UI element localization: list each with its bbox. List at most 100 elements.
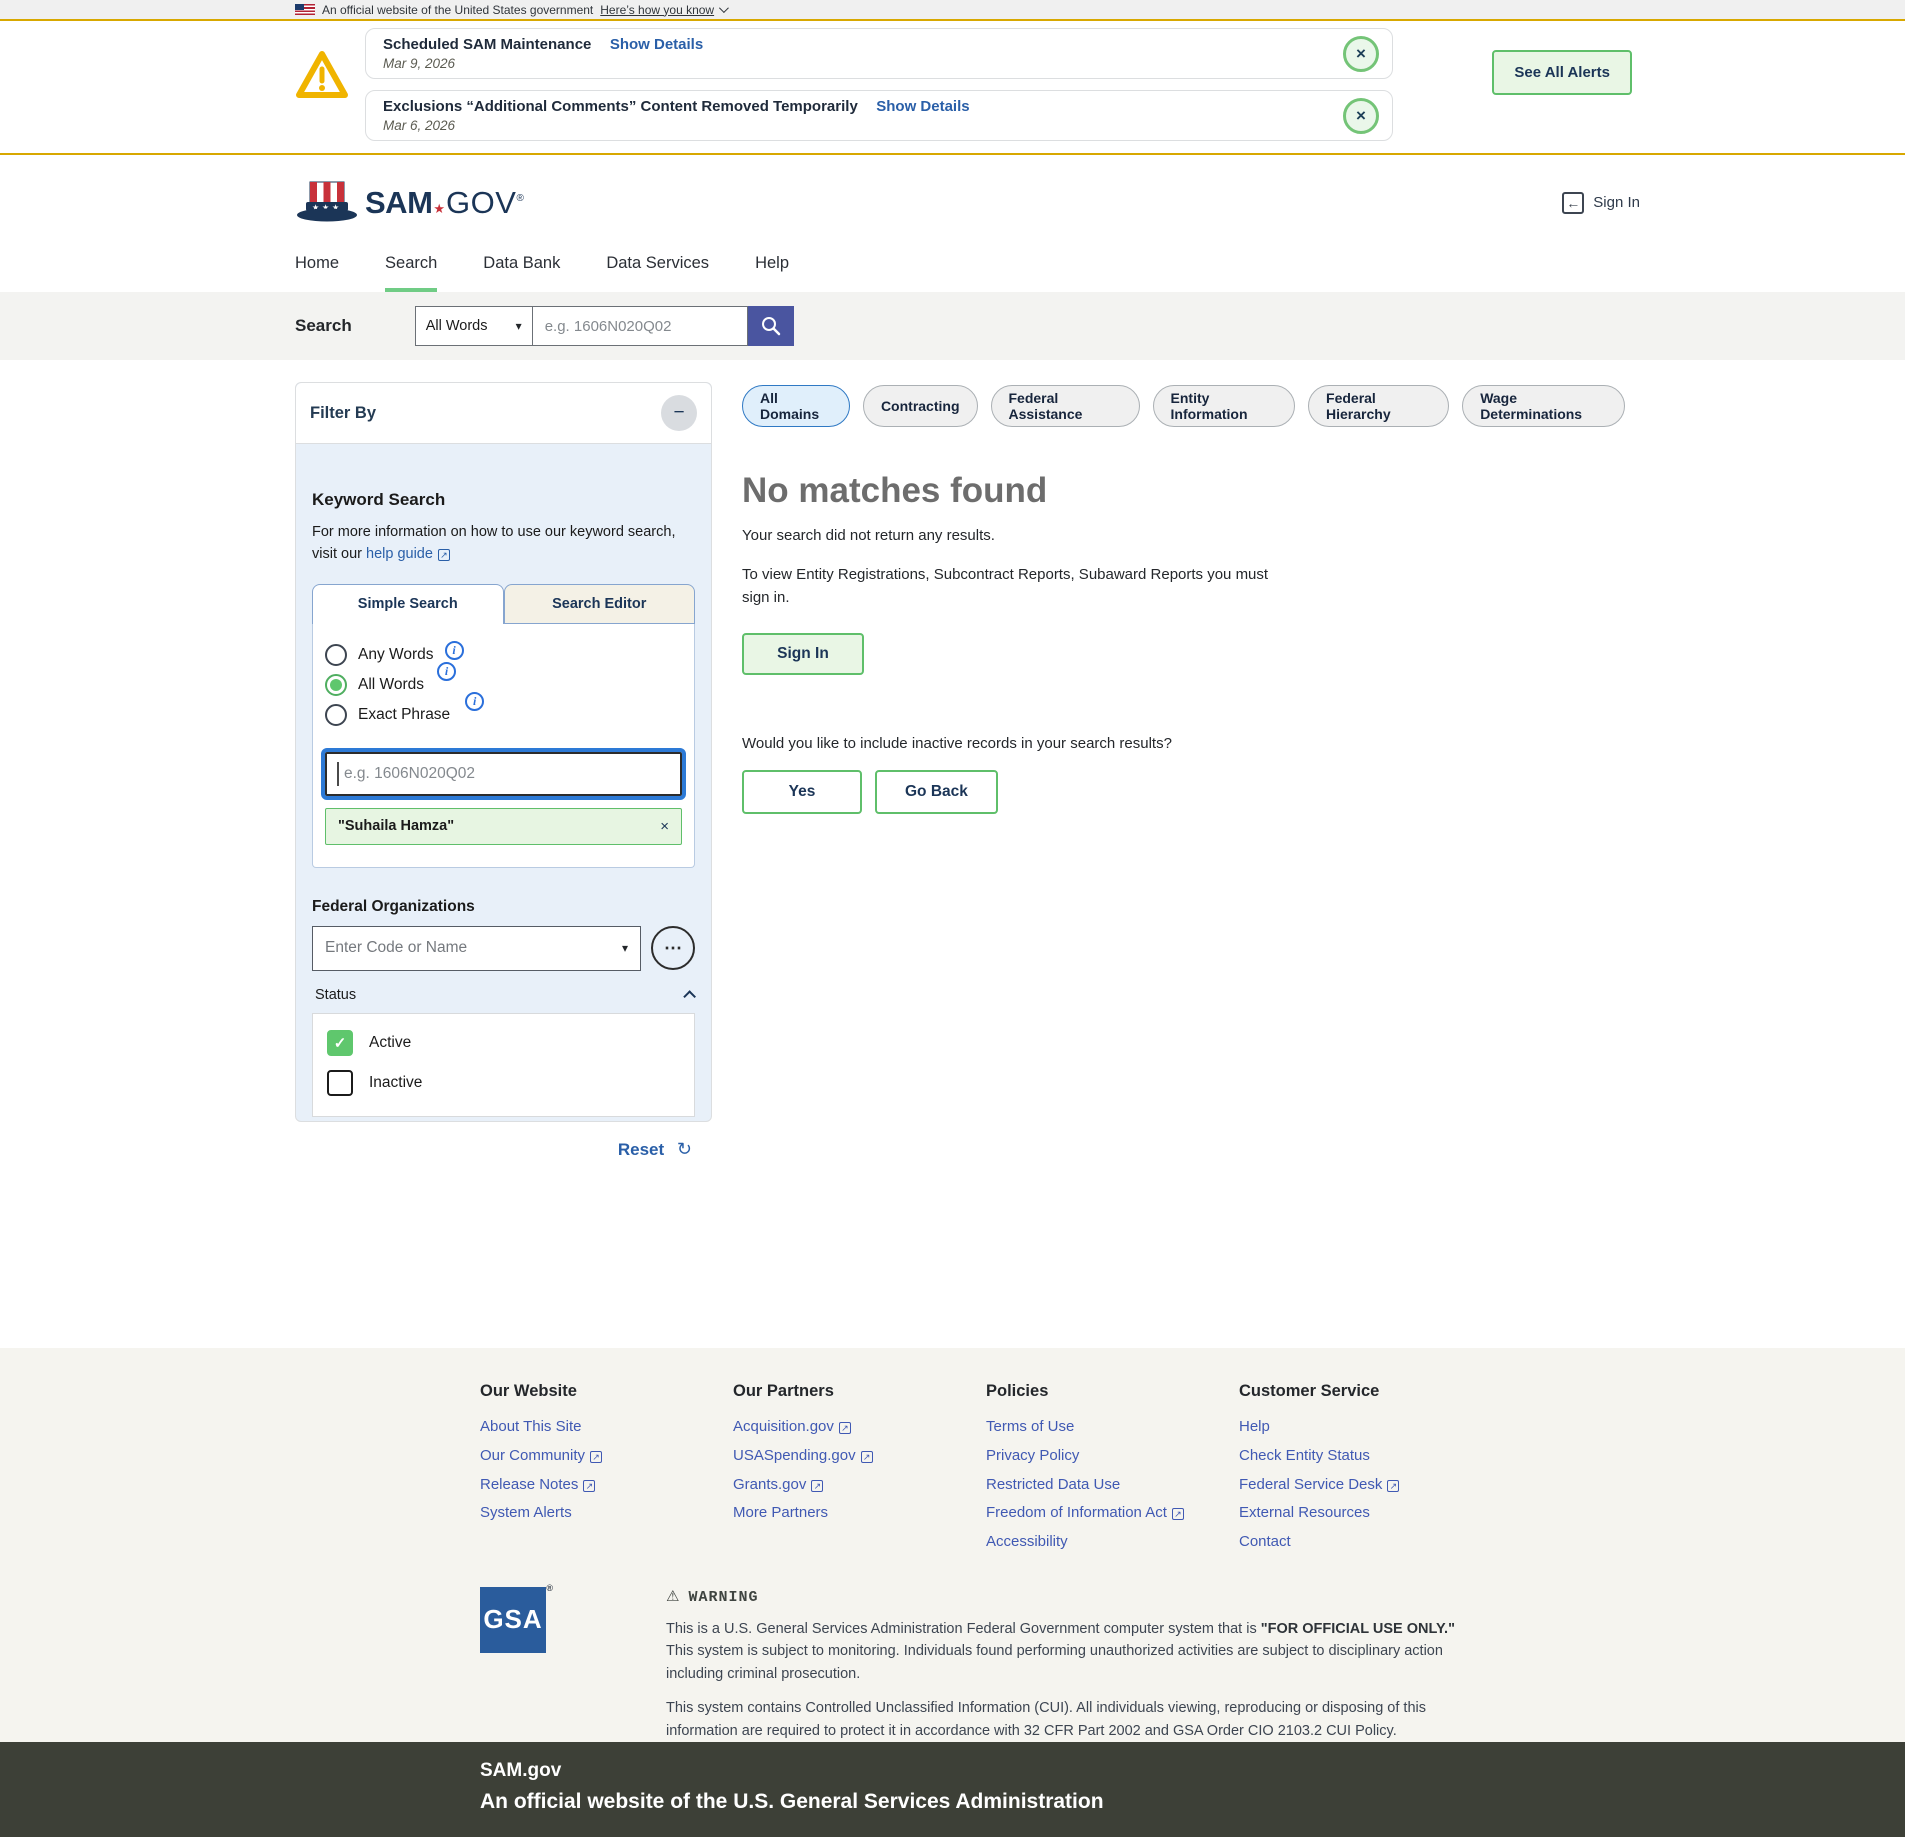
nav-item[interactable]: Home <box>295 250 339 292</box>
gsa-trademark: ® <box>546 1583 554 1593</box>
footer-link-label: Help <box>1239 1418 1270 1435</box>
reset-icon: ↻ <box>677 1139 692 1159</box>
nav-item[interactable]: Search <box>385 250 437 292</box>
global-search-input[interactable] <box>533 306 748 346</box>
info-icon[interactable]: i <box>437 662 456 681</box>
search-mode-select[interactable]: All Words ▾ <box>415 306 533 346</box>
identity-footer: SAM.gov An official website of the U.S. … <box>0 1742 1905 1837</box>
federal-org-combobox[interactable]: Enter Code or Name ▾ <box>312 926 641 971</box>
nav-item[interactable]: Data Services <box>606 250 709 292</box>
keyword-tab[interactable]: Simple Search <box>312 584 504 624</box>
footer-link[interactable]: Grants.gov↗ <box>733 1477 986 1493</box>
sign-in-label: Sign In <box>1593 194 1640 211</box>
inactive-question-buttons: Yes Go Back <box>742 770 1625 814</box>
radio-button[interactable] <box>325 674 347 696</box>
footer-link[interactable]: About This Site↗ <box>480 1419 733 1435</box>
footer-link-label: Our Community <box>480 1447 585 1464</box>
warning-paragraph-2: This system contains Controlled Unclassi… <box>666 1697 1466 1742</box>
federal-organizations-heading: Federal Organizations <box>312 898 695 916</box>
checkbox[interactable]: ✓ <box>327 1070 353 1096</box>
footer-link[interactable]: Restricted Data Use↗ <box>986 1477 1239 1493</box>
sam-gov-page: An official website of the United States… <box>0 0 1905 1837</box>
external-link-icon: ↗ <box>438 549 450 561</box>
domain-pill[interactable]: All Domains <box>742 385 850 427</box>
footer-link[interactable]: Release Notes↗ <box>480 1477 733 1493</box>
footer-link[interactable]: More Partners↗ <box>733 1505 986 1521</box>
uncle-sam-hat-icon: ★ ★ ★ <box>295 179 359 227</box>
reset-filters-link[interactable]: Reset ↻ <box>618 1140 692 1159</box>
footer-link[interactable]: Terms of Use↗ <box>986 1419 1239 1435</box>
footer-link[interactable]: External Resources↗ <box>1239 1505 1492 1521</box>
alert-show-details-link[interactable]: Show Details <box>876 98 969 115</box>
footer-link[interactable]: USASpending.gov↗ <box>733 1448 986 1464</box>
alert-card: Exclusions “Additional Comments” Content… <box>365 90 1393 141</box>
domain-pill[interactable]: Federal Hierarchy <box>1308 385 1449 427</box>
gsa-warning-row: GSA ® ⚠WARNING This is a U.S. General Se… <box>480 1587 1905 1742</box>
footer-link-label: Contact <box>1239 1533 1291 1550</box>
footer-link[interactable]: Freedom of Information Act↗ <box>986 1505 1239 1521</box>
info-icon[interactable]: i <box>445 641 464 660</box>
help-guide-label: help guide <box>366 546 433 562</box>
external-link-icon: ↗ <box>590 1451 602 1463</box>
footer-link-label: Federal Service Desk <box>1239 1476 1382 1493</box>
checkbox[interactable]: ✓ <box>327 1030 353 1056</box>
footer-col-policies: Policies Terms of Use↗Privacy Policy↗Res… <box>986 1382 1239 1563</box>
domain-pill[interactable]: Wage Determinations <box>1462 385 1625 427</box>
footer-link[interactable]: Our Community ↗ <box>480 1448 733 1464</box>
search-group: All Words ▾ <box>415 306 794 346</box>
status-section-header[interactable]: Status <box>312 987 695 1003</box>
alert-show-details-link[interactable]: Show Details <box>610 36 703 53</box>
search-submit-button[interactable] <box>748 306 794 346</box>
heres-how-you-know-link[interactable]: Here’s how you know <box>600 3 726 17</box>
nav-item[interactable]: Data Bank <box>483 250 560 292</box>
go-back-button[interactable]: Go Back <box>875 770 998 814</box>
status-option-row[interactable]: ✓ Active <box>327 1030 680 1056</box>
match-option-row: Exact Phrase i <box>325 704 682 726</box>
alert-close-button[interactable]: × <box>1343 98 1379 134</box>
help-guide-link[interactable]: help guide ↗ <box>366 546 450 562</box>
simple-search-content: Any Words i All Words i Exact Phrase i <box>312 624 695 868</box>
checkbox-label: Inactive <box>369 1074 422 1092</box>
filter-collapse-button[interactable]: − <box>661 395 697 431</box>
sam-gov-logo[interactable]: ★ ★ ★ SAM ★ GOV ® <box>295 179 524 227</box>
domain-pill[interactable]: Entity Information <box>1153 385 1296 427</box>
results-sign-in-button[interactable]: Sign In <box>742 633 864 675</box>
footer-link[interactable]: Accessibility↗ <box>986 1534 1239 1550</box>
caret-down-icon: ▾ <box>516 319 522 333</box>
footer-link[interactable]: Acquisition.gov↗ <box>733 1419 986 1435</box>
close-icon: × <box>1356 106 1366 126</box>
footer-link[interactable]: Federal Service Desk↗ <box>1239 1477 1492 1493</box>
chip-remove-icon[interactable]: × <box>660 818 669 835</box>
alert-close-button[interactable]: × <box>1343 36 1379 72</box>
domain-pills: All Domains Contracting Federal Assistance… <box>742 385 1625 427</box>
footer-site-name: SAM.gov <box>480 1760 1905 1782</box>
search-icon <box>760 315 782 337</box>
keyword-search-input[interactable] <box>325 752 682 796</box>
chevron-down-icon <box>719 3 729 13</box>
status-option-row[interactable]: ✓ Inactive <box>327 1070 680 1096</box>
external-link-icon: ↗ <box>861 1451 873 1463</box>
domain-pill[interactable]: Federal Assistance <box>991 385 1140 427</box>
footer-col-heading: Customer Service <box>1239 1382 1492 1401</box>
domain-pill[interactable]: Contracting <box>863 385 978 427</box>
radio-button[interactable] <box>325 644 347 666</box>
yes-button[interactable]: Yes <box>742 770 862 814</box>
footer-link[interactable]: Check Entity Status↗ <box>1239 1448 1492 1464</box>
footer-link[interactable]: System Alerts↗ <box>480 1505 733 1521</box>
radio-button[interactable] <box>325 704 347 726</box>
sign-in-arrow-icon: ← <box>1562 192 1584 214</box>
footer-link[interactable]: Help↗ <box>1239 1419 1492 1435</box>
nav-item[interactable]: Help <box>755 250 789 292</box>
info-icon[interactable]: i <box>465 692 484 711</box>
footer-link[interactable]: Privacy Policy↗ <box>986 1448 1239 1464</box>
keyword-tab[interactable]: Search Editor <box>504 584 696 624</box>
sign-in-link[interactable]: ← Sign In <box>1562 192 1640 214</box>
footer-col-our-website: Our Website About This Site↗ Our Communit… <box>480 1382 733 1563</box>
see-all-alerts-button[interactable]: See All Alerts <box>1492 50 1632 95</box>
footer-col-heading: Our Website <box>480 1382 733 1401</box>
footer-link-label: Terms of Use <box>986 1418 1074 1435</box>
keyword-chip-label: "Suhaila Hamza" <box>338 818 454 834</box>
federal-org-more-button[interactable]: ⋯ <box>651 926 695 970</box>
footer-link-label: Freedom of Information Act <box>986 1504 1167 1521</box>
footer-link[interactable]: Contact↗ <box>1239 1534 1492 1550</box>
